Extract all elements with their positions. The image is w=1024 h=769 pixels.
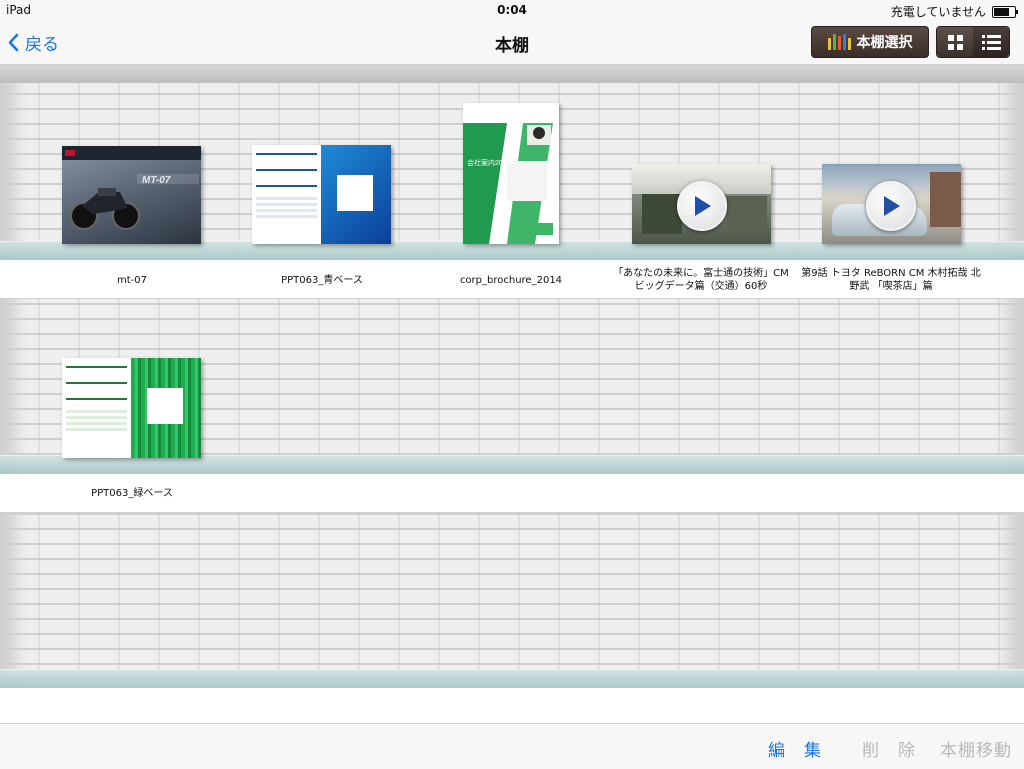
book-title: corp_brochure_2014: [459, 275, 563, 286]
motorcycle-image: MT-07: [62, 146, 201, 230]
grid-icon: [947, 34, 963, 50]
shelf-glass: [0, 241, 1024, 261]
shelf-select-label: 本棚選択: [856, 35, 913, 51]
shelf-top-board: [0, 65, 1024, 83]
book-cover: [822, 164, 961, 244]
list-icon: [981, 34, 1001, 50]
play-icon: [866, 181, 916, 231]
back-label: 戻る: [25, 35, 59, 55]
svg-text:MT-07: MT-07: [142, 175, 171, 186]
chevron-left-icon: [8, 33, 19, 52]
book-cover: [632, 164, 771, 244]
book-cover: 会社案内2014: [463, 103, 559, 244]
shelf-glass: [0, 669, 1024, 689]
charging-status: 充電していません: [890, 5, 986, 19]
books-icon: [827, 34, 851, 50]
book-title: 「あなたの未来に。富士通の技術」CM ビッグデータ篇（交通）60秒: [613, 268, 789, 292]
book-cover: [252, 145, 391, 244]
view-mode-toggle: [936, 26, 1010, 58]
edit-button[interactable]: 編 集: [768, 736, 822, 761]
navigation-bar: 戻る 本棚 本棚選択: [0, 20, 1024, 65]
bookshelf: MT-07 mt-07 PPT063_青ベース 会社案内2014 corp_br…: [0, 65, 1024, 723]
book-cover: MT-07: [62, 146, 201, 244]
brochure-cover-title: 会社案内2014: [467, 158, 511, 167]
shelf-glass: [0, 455, 1024, 475]
status-bar: iPad 0:04 充電していません: [0, 0, 1024, 20]
play-icon: [677, 181, 727, 231]
book-title: PPT063_緑ベース: [91, 488, 173, 499]
battery-icon: [992, 5, 1018, 18]
book-cover: [62, 358, 201, 458]
battery-status: 充電していません: [890, 3, 1018, 20]
shelf-label-strip: [0, 688, 1024, 723]
grid-view-button[interactable]: [937, 27, 973, 57]
list-view-button[interactable]: [973, 27, 1009, 57]
book-title: mt-07: [117, 275, 147, 286]
clock: 0:04: [497, 3, 527, 17]
book-title: PPT063_青ベース: [281, 275, 363, 286]
back-button[interactable]: 戻る: [8, 30, 59, 55]
bottom-toolbar: 編 集 削 除 本棚移動: [0, 723, 1024, 769]
shelf-select-button[interactable]: 本棚選択: [811, 26, 929, 58]
book-title: 第9話 トヨタ ReBORN CM 木村拓哉 北野武 「喫茶店」篇: [801, 268, 981, 292]
delete-button[interactable]: 削 除: [862, 736, 916, 761]
move-shelf-button[interactable]: 本棚移動: [940, 736, 1012, 761]
